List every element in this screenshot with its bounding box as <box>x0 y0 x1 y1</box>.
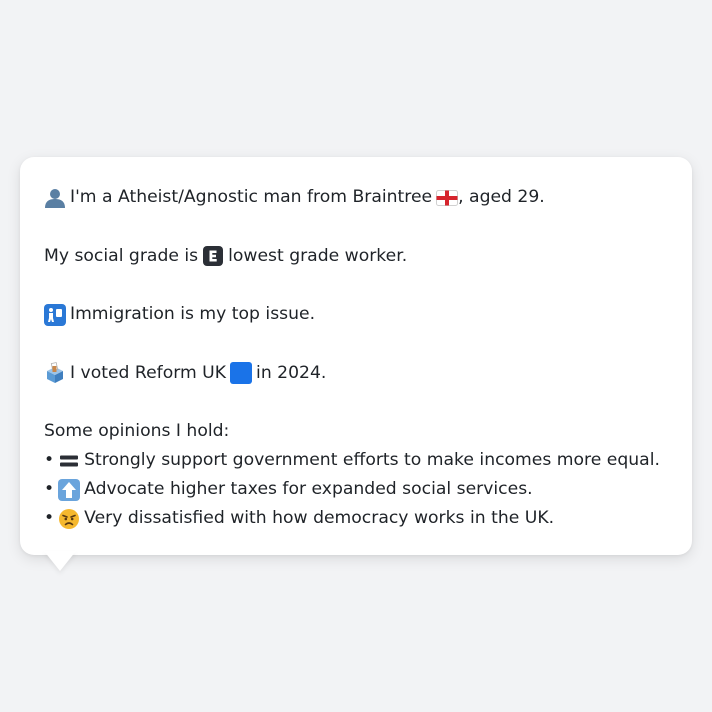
england-flag-icon <box>436 187 459 209</box>
social-grade-line: My social grade is lowest grade worker. <box>44 242 668 271</box>
social-grade-text: lowest grade worker. <box>228 245 408 266</box>
vote-suffix: in 2024. <box>256 362 327 383</box>
letter-e-icon <box>202 245 224 267</box>
passport-control-icon <box>44 303 66 326</box>
bullet: • <box>44 508 55 528</box>
bullet: • <box>44 450 55 470</box>
bullet: • <box>44 479 55 499</box>
opinion-text: Advocate higher taxes for expanded socia… <box>84 479 533 499</box>
age-text: , aged 29. <box>458 187 545 207</box>
opinions-heading: Some opinions I hold: <box>44 421 230 441</box>
top-issue-text: Immigration is my top issue. <box>70 304 316 324</box>
opinion-item: • Very dissatisfied with how democracy w… <box>44 504 668 533</box>
opinion-text: Very dissatisfied with how democracy wor… <box>84 508 555 528</box>
person-silhouette-icon <box>44 187 66 209</box>
social-grade-prefix: My social grade is <box>44 245 199 266</box>
speech-bubble-tail <box>44 551 76 571</box>
top-issue-line: Immigration is my top issue. <box>44 300 668 329</box>
persona-card: I'm a Atheist/Agnostic man from Braintre… <box>20 157 692 555</box>
identity-line: I'm a Atheist/Agnostic man from Braintre… <box>44 183 668 212</box>
equals-sign-icon <box>58 450 80 472</box>
opinion-text: Strongly support government efforts to m… <box>84 450 660 470</box>
angry-face-icon <box>58 508 80 530</box>
vote-line: I voted Reform UK in 2024. <box>44 359 668 388</box>
identity-text: I'm a Atheist/Agnostic man from Braintre… <box>70 187 433 207</box>
opinion-item: • Advocate higher taxes for expanded soc… <box>44 475 668 504</box>
blue-square-icon <box>230 362 253 384</box>
vote-prefix: I voted Reform UK <box>70 362 227 383</box>
ballot-box-icon <box>44 362 66 384</box>
up-arrow-icon <box>58 478 81 501</box>
opinion-item: • Strongly support government efforts to… <box>44 446 668 475</box>
